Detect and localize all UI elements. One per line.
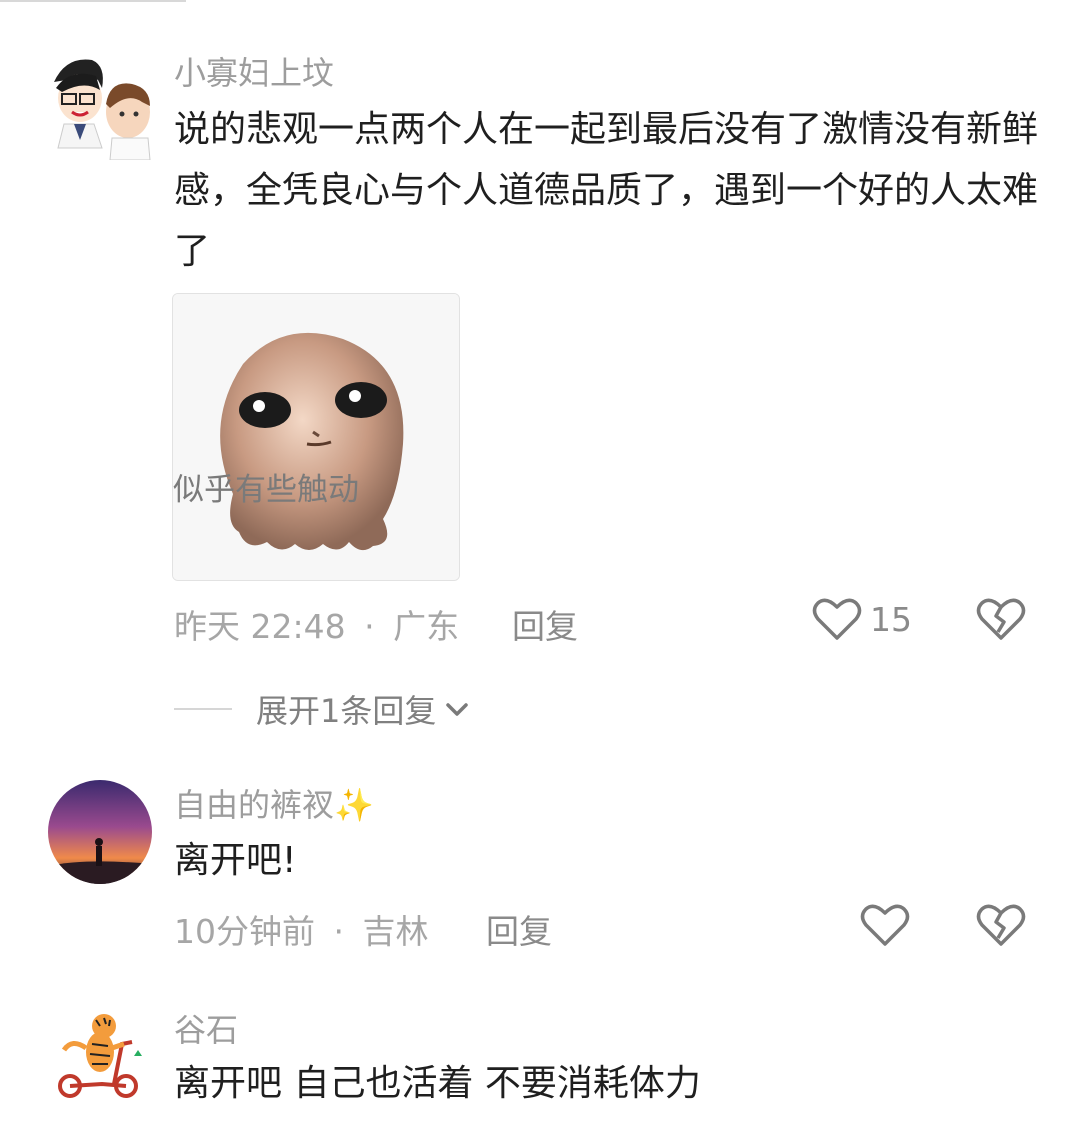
expand-divider — [174, 708, 232, 710]
comment-time: 昨天 22:48 — [174, 607, 346, 646]
sticker-caption: 似乎有些触动 — [173, 472, 359, 507]
avatar[interactable] — [52, 1008, 146, 1102]
like-button[interactable]: 15 — [812, 596, 912, 642]
dislike-button[interactable] — [976, 902, 1026, 952]
comment-text: 离开吧! — [174, 840, 297, 881]
divider — [0, 0, 186, 2]
comment-location: 广东 — [393, 607, 460, 646]
chevron-down-icon — [446, 703, 469, 716]
dislike-button[interactable] — [976, 596, 1026, 646]
expand-replies-button[interactable]: 展开1条回复 — [174, 686, 474, 732]
heart-outline-icon — [860, 904, 910, 946]
comment-time: 10分钟前 — [174, 912, 315, 951]
cartoon-avatar-image — [44, 50, 154, 160]
comment-username[interactable]: 谷石 — [174, 1005, 238, 1051]
comment-meta: 昨天 22:48 · 广东 — [174, 600, 459, 648]
tiger-scooter-avatar-image — [52, 1008, 146, 1102]
meta-separator: · — [333, 912, 345, 951]
like-count: 15 — [870, 599, 912, 639]
sparkles-icon: ✨ — [334, 786, 374, 824]
heart-outline-icon — [812, 598, 862, 640]
avatar[interactable] — [48, 780, 152, 884]
sunset-avatar-image — [48, 780, 152, 884]
octopus-sticker-graphic: 似乎有些触动 — [173, 294, 459, 580]
username-text: 自由的裤衩 — [174, 786, 335, 824]
avatar[interactable] — [44, 50, 154, 160]
comment-text: 说的悲观一点两个人在一起到最后没有了激情没有新鲜感，全凭良心与个人道德品质了，遇… — [174, 109, 1039, 272]
cut-off-region — [0, 1108, 1080, 1134]
comment-meta: 10分钟前 · 吉林 — [174, 905, 429, 953]
reply-button[interactable]: 回复 — [512, 600, 578, 648]
reply-button[interactable]: 回复 — [486, 905, 552, 953]
comment-username[interactable]: 自由的裤衩✨ — [174, 780, 374, 826]
meta-separator: · — [364, 607, 375, 646]
comment-location: 吉林 — [362, 912, 429, 951]
comment-list: 小寡妇上坟 说的悲观一点两个人在一起到最后没有了激情没有新鲜感，全凭良心与个人道… — [0, 0, 1080, 1134]
comment-username[interactable]: 小寡妇上坟 — [174, 48, 334, 94]
comment-text: 离开吧 自己也活着 不要消耗体力 — [174, 1063, 701, 1104]
sticker-image[interactable]: 似乎有些触动 — [172, 293, 460, 581]
broken-heart-icon — [976, 598, 1026, 640]
broken-heart-icon — [976, 904, 1026, 946]
expand-replies-label: 展开1条回复 — [256, 692, 437, 730]
like-button[interactable] — [860, 902, 910, 948]
